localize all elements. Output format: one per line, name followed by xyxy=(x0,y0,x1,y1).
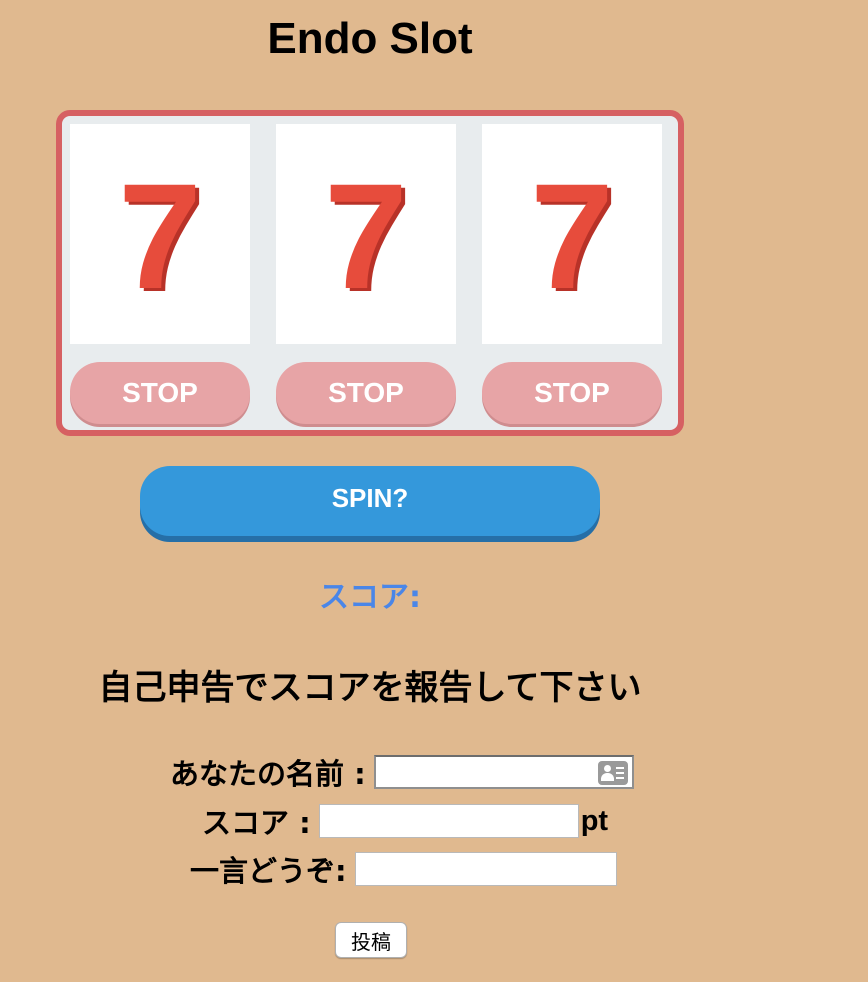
name-field[interactable] xyxy=(373,755,634,789)
reel-1-symbol: 7 xyxy=(118,152,202,320)
reel-2: 7 xyxy=(276,124,456,344)
comment-field[interactable] xyxy=(354,852,617,886)
reel-3: 7 xyxy=(482,124,662,344)
page-title: Endo Slot xyxy=(267,14,473,63)
score-display: スコア: xyxy=(319,580,421,615)
score-unit: pt xyxy=(580,804,609,837)
stop-button-2[interactable]: STOP xyxy=(276,362,456,424)
comment-label: 一言どうぞ: xyxy=(190,854,347,888)
name-label: あなたの名前 : xyxy=(170,757,366,791)
score-row: スコア : pt xyxy=(202,800,608,842)
stop-button-1[interactable]: STOP xyxy=(70,362,250,424)
submit-button[interactable]: 投稿 xyxy=(335,922,407,958)
reel-3-symbol: 7 xyxy=(530,152,614,320)
spin-button[interactable]: SPIN? xyxy=(140,466,600,536)
score-field[interactable] xyxy=(318,804,579,838)
comment-row: 一言どうぞ: xyxy=(190,848,617,890)
reel-2-symbol: 7 xyxy=(324,152,408,320)
score-input-label: スコア : xyxy=(202,806,311,840)
stop-button-3[interactable]: STOP xyxy=(482,362,662,424)
slot-machine: 7 7 7 STOP STOP STOP xyxy=(56,110,684,436)
name-row: あなたの名前 : xyxy=(170,751,634,793)
reel-1: 7 xyxy=(70,124,250,344)
report-heading: 自己申告でスコアを報告して下さい xyxy=(98,668,642,708)
contact-card-icon[interactable] xyxy=(597,761,628,785)
